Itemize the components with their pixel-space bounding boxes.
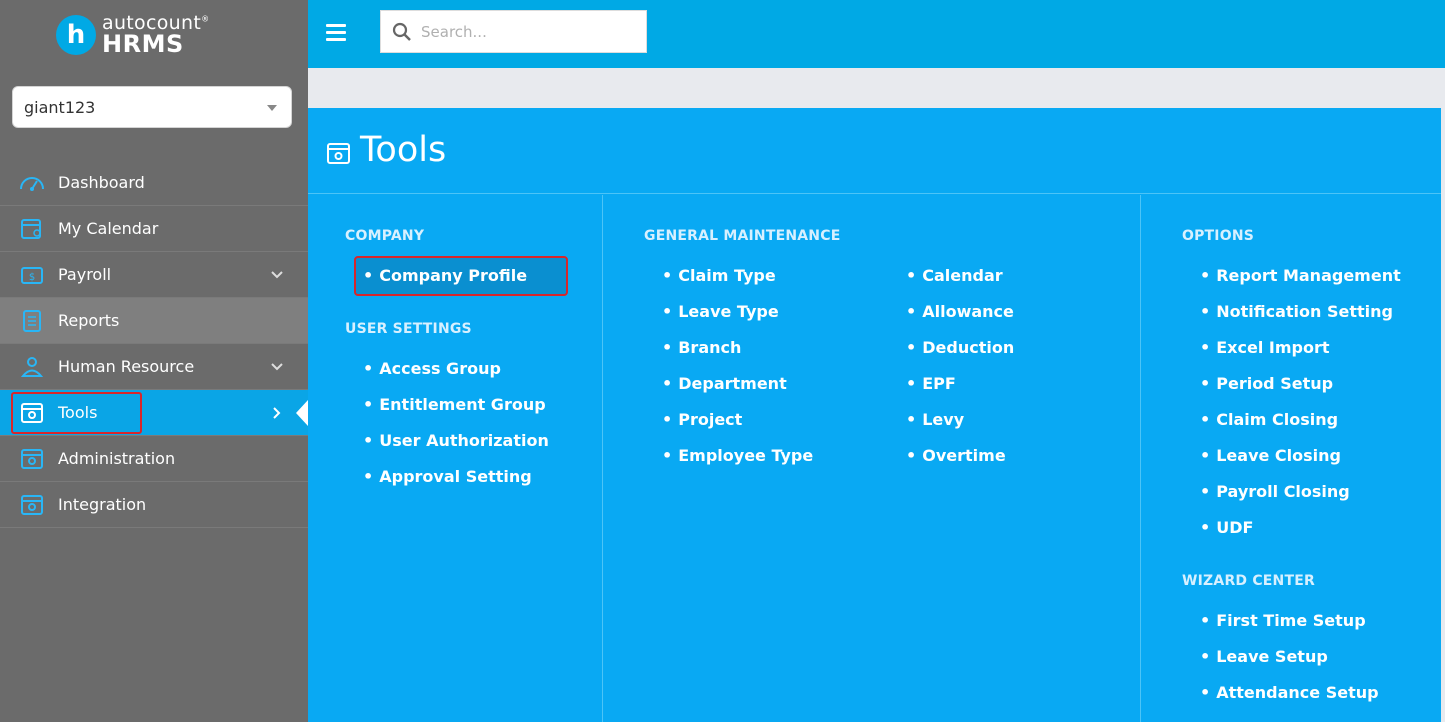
- payroll-icon: $: [19, 263, 45, 287]
- logo-bottom-text: HRMS: [102, 30, 184, 58]
- logo-mark: h: [56, 15, 96, 55]
- menu-link-first-time-setup[interactable]: First Time Setup: [1200, 611, 1365, 630]
- sidebar-item-reports[interactable]: Reports: [0, 298, 308, 344]
- section-title-wizard-center: WIZARD CENTER: [1182, 573, 1315, 589]
- section-title-company: COMPANY: [345, 228, 425, 244]
- sidebar-item-label: Dashboard: [58, 173, 145, 192]
- menu-link-branch[interactable]: Branch: [662, 338, 741, 357]
- sidebar-item-label: Human Resource: [58, 357, 195, 376]
- sidebar-item-payroll[interactable]: $ Payroll: [0, 252, 308, 298]
- menu-link-department[interactable]: Department: [662, 374, 786, 393]
- menu-link-leave-setup[interactable]: Leave Setup: [1200, 647, 1328, 666]
- column-divider: [602, 195, 603, 722]
- menu-link-overtime[interactable]: Overtime: [906, 446, 1005, 465]
- column-divider: [1140, 195, 1141, 722]
- search-input[interactable]: Search...: [380, 10, 647, 53]
- menu-link-epf[interactable]: EPF: [906, 374, 956, 393]
- menu-link-employee-type[interactable]: Employee Type: [662, 446, 813, 465]
- menu-link-company-profile[interactable]: Company Profile: [363, 266, 527, 285]
- sidebar-nav: Dashboard My Calendar $ Payroll Reports: [0, 160, 308, 528]
- chevron-down-icon: [267, 105, 277, 111]
- section-title-general-maintenance: GENERAL MAINTENANCE: [644, 228, 841, 244]
- sidebar-item-administration[interactable]: Administration: [0, 436, 308, 482]
- panel-title: Tools: [360, 130, 447, 170]
- menu-link-levy[interactable]: Levy: [906, 410, 964, 429]
- menu-link-access-group[interactable]: Access Group: [363, 359, 501, 378]
- administration-icon: [19, 447, 45, 471]
- panel-header: Tools: [308, 108, 1441, 194]
- sidebar-item-label: My Calendar: [58, 219, 159, 238]
- section-title-user-settings: USER SETTINGS: [345, 321, 472, 337]
- menu-link-entitlement-group[interactable]: Entitlement Group: [363, 395, 545, 414]
- menu-link-udf[interactable]: UDF: [1200, 518, 1253, 537]
- app-logo[interactable]: h autocount® HRMS: [56, 12, 209, 58]
- sidebar-item-my-calendar[interactable]: My Calendar: [0, 206, 308, 252]
- search-icon: [392, 22, 412, 42]
- top-bar: Search...: [308, 0, 1445, 68]
- human-resource-icon: [19, 355, 45, 379]
- sidebar-item-tools[interactable]: Tools: [0, 390, 308, 436]
- calendar-user-icon: [19, 217, 45, 241]
- company-select-value: giant123: [24, 97, 96, 117]
- svg-text:$: $: [29, 272, 35, 283]
- tools-icon: [326, 141, 351, 166]
- sidebar-item-label: Integration: [58, 495, 147, 514]
- sidebar-item-human-resource[interactable]: Human Resource: [0, 344, 308, 390]
- dashboard-icon: [19, 171, 45, 195]
- menu-link-period-setup[interactable]: Period Setup: [1200, 374, 1333, 393]
- tools-icon: [19, 401, 45, 425]
- menu-link-attendance-setup[interactable]: Attendance Setup: [1200, 683, 1378, 702]
- sidebar-item-label: Administration: [58, 449, 176, 468]
- menu-link-report-management[interactable]: Report Management: [1200, 266, 1401, 285]
- menu-link-payroll-closing[interactable]: Payroll Closing: [1200, 482, 1350, 501]
- menu-link-calendar[interactable]: Calendar: [906, 266, 1002, 285]
- sidebar-item-integration[interactable]: Integration: [0, 482, 308, 528]
- menu-link-leave-closing[interactable]: Leave Closing: [1200, 446, 1341, 465]
- company-select[interactable]: giant123: [12, 86, 292, 128]
- menu-link-approval-setting[interactable]: Approval Setting: [363, 467, 531, 486]
- chevron-down-icon: [270, 267, 284, 281]
- menu-link-claim-type[interactable]: Claim Type: [662, 266, 776, 285]
- menu-toggle-icon[interactable]: [326, 24, 346, 42]
- tools-menu-panel: Tools COMPANY Company Profile USER SETTI…: [308, 108, 1441, 722]
- integration-icon: [19, 493, 45, 517]
- chevron-down-icon: [270, 359, 284, 373]
- menu-link-claim-closing[interactable]: Claim Closing: [1200, 410, 1338, 429]
- menu-link-leave-type[interactable]: Leave Type: [662, 302, 778, 321]
- chevron-right-icon: [270, 405, 284, 419]
- menu-link-user-authorization[interactable]: User Authorization: [363, 431, 549, 450]
- active-indicator: [296, 400, 308, 426]
- sidebar-item-label: Reports: [58, 311, 120, 330]
- sidebar: h autocount® HRMS giant123 Dashboard My …: [0, 0, 308, 722]
- sidebar-item-label: Payroll: [58, 265, 112, 284]
- menu-link-excel-import[interactable]: Excel Import: [1200, 338, 1329, 357]
- sidebar-item-dashboard[interactable]: Dashboard: [0, 160, 308, 206]
- section-title-options: OPTIONS: [1182, 228, 1255, 244]
- menu-link-deduction[interactable]: Deduction: [906, 338, 1014, 357]
- menu-link-allowance[interactable]: Allowance: [906, 302, 1014, 321]
- menu-link-notification-setting[interactable]: Notification Setting: [1200, 302, 1393, 321]
- search-placeholder: Search...: [421, 22, 487, 41]
- reports-icon: [19, 309, 45, 333]
- menu-link-project[interactable]: Project: [662, 410, 742, 429]
